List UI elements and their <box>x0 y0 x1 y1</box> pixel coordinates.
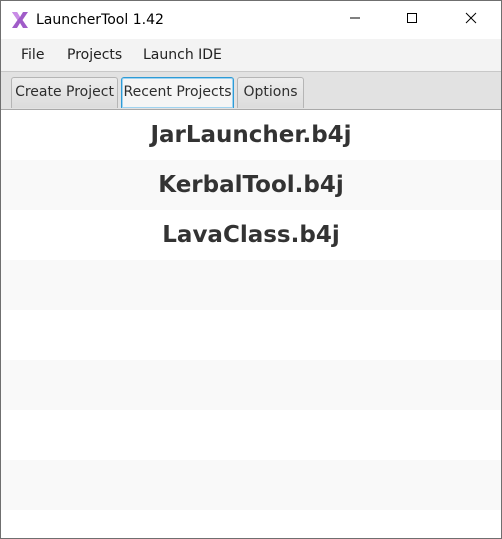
empty-list-row <box>1 510 501 538</box>
tab-bar: Create Project Recent Projects Options <box>1 72 501 110</box>
menu-bar: File Projects Launch IDE <box>1 39 501 72</box>
title-bar[interactable]: LauncherTool 1.42 <box>1 1 501 39</box>
menu-launch-ide[interactable]: Launch IDE <box>143 39 222 71</box>
menu-projects[interactable]: Projects <box>67 39 122 71</box>
x-logo-icon <box>11 11 29 29</box>
menu-file[interactable]: File <box>21 39 44 71</box>
empty-list-row <box>1 360 501 410</box>
tab-options[interactable]: Options <box>237 77 304 108</box>
list-item[interactable]: JarLauncher.b4j <box>1 110 501 160</box>
close-button[interactable] <box>448 1 494 39</box>
maximize-icon <box>406 11 418 29</box>
app-window: LauncherTool 1.42 File Projects Launch I… <box>0 0 502 539</box>
tab-create-project[interactable]: Create Project <box>11 77 118 108</box>
list-item[interactable]: KerbalTool.b4j <box>1 160 501 210</box>
empty-list-row <box>1 260 501 310</box>
close-icon <box>465 11 477 29</box>
list-item[interactable]: LavaClass.b4j <box>1 210 501 260</box>
empty-list-row <box>1 460 501 510</box>
minimize-icon <box>349 11 361 29</box>
empty-list-row <box>1 410 501 460</box>
maximize-button[interactable] <box>389 1 435 39</box>
recent-projects-list[interactable]: JarLauncher.b4j KerbalTool.b4j LavaClass… <box>1 110 501 538</box>
window-title: LauncherTool 1.42 <box>36 12 164 28</box>
empty-list-row <box>1 310 501 360</box>
minimize-button[interactable] <box>332 1 378 39</box>
tab-recent-projects[interactable]: Recent Projects <box>121 77 234 108</box>
